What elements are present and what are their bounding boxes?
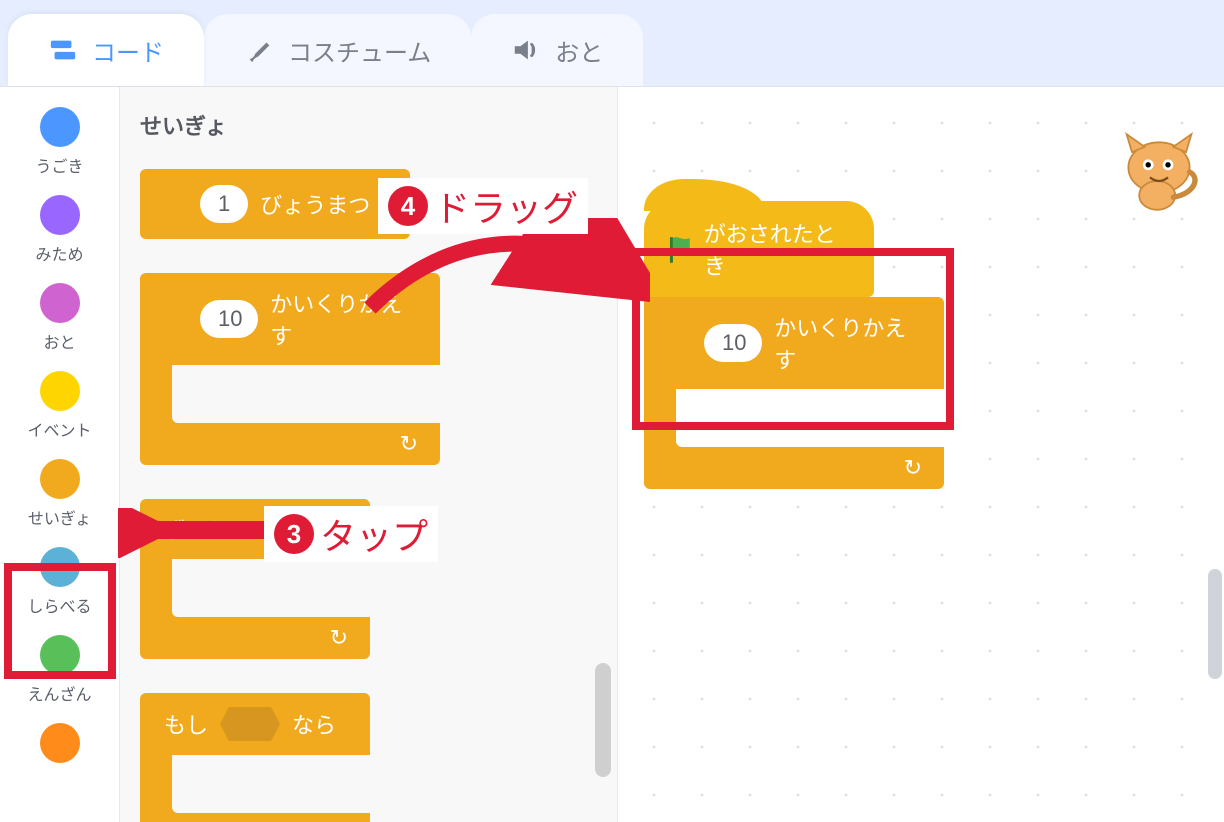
loop-arrow-icon: ↻ xyxy=(400,431,418,457)
annotation-step3-text: タップ xyxy=(320,508,428,560)
sound-icon xyxy=(511,35,541,65)
category-control[interactable]: せいぎょ xyxy=(0,449,119,537)
script-canvas[interactable]: がおされたとき 10 かいくりかえす ↻ xyxy=(618,87,1224,822)
category-events[interactable]: イベント xyxy=(0,361,119,449)
tab-code-label: コード xyxy=(92,33,164,68)
block-categories: うごき みため おと イベント せいぎょ しらべる えんざん xyxy=(0,87,120,822)
category-control-label: せいぎょ xyxy=(28,505,91,529)
category-motion[interactable]: うごき xyxy=(0,97,119,185)
category-motion-color xyxy=(40,107,80,147)
category-operators[interactable]: えんざん xyxy=(0,625,119,713)
tab-costumes[interactable]: コスチューム xyxy=(204,14,471,86)
category-sensing-label: しらべる xyxy=(27,593,91,617)
category-variables-color xyxy=(40,723,80,763)
annotation-step4-text: ドラッグ xyxy=(434,180,578,232)
block-wait-seconds[interactable]: 1 びょうまつ xyxy=(140,169,410,239)
tab-code[interactable]: コード xyxy=(8,14,204,86)
loop-arrow-icon: ↻ xyxy=(330,625,348,651)
block-if-then[interactable]: もし なら xyxy=(140,693,370,822)
category-events-label: イベント xyxy=(27,417,91,441)
boolean-slot[interactable] xyxy=(220,707,280,741)
annotation-step3: 3 タップ xyxy=(264,506,438,562)
category-operators-color xyxy=(40,635,80,675)
category-looks[interactable]: みため xyxy=(0,185,119,273)
wait-value[interactable]: 1 xyxy=(200,185,248,223)
block-when-flag-clicked[interactable]: がおされたとき xyxy=(644,201,874,297)
tab-sounds-label: おと xyxy=(555,33,603,68)
loop-arrow-icon: ↻ xyxy=(904,455,922,481)
category-control-color xyxy=(40,459,80,499)
editor-tabs: コード コスチューム おと xyxy=(0,0,1224,86)
if-label-pre: もし xyxy=(164,708,208,740)
tab-costumes-label: コスチューム xyxy=(288,33,431,68)
category-events-color xyxy=(40,371,80,411)
canvas-script[interactable]: がおされたとき 10 かいくりかえす ↻ xyxy=(644,201,944,489)
block-repeat-n[interactable]: 10 かいくりかえす ↻ xyxy=(140,273,440,465)
forever-label: ずっと xyxy=(164,513,230,545)
category-looks-color xyxy=(40,195,80,235)
category-sensing[interactable]: しらべる xyxy=(0,537,119,625)
repeat-value-canvas[interactable]: 10 xyxy=(704,324,762,362)
palette-title: せいぎょ xyxy=(140,109,617,141)
category-variables[interactable] xyxy=(0,713,119,763)
brush-icon xyxy=(244,35,274,65)
green-flag-icon xyxy=(668,234,692,264)
if-label-post: なら xyxy=(292,708,336,740)
annotation-step4-number: 4 xyxy=(388,186,428,226)
code-icon xyxy=(48,35,78,65)
sprite-watermark xyxy=(1114,127,1204,217)
tab-sounds[interactable]: おと xyxy=(471,14,643,86)
category-sensing-color xyxy=(40,547,80,587)
category-sound-label: おと xyxy=(43,329,75,353)
category-sound-color xyxy=(40,283,80,323)
category-sound[interactable]: おと xyxy=(0,273,119,361)
repeat-label: かいくりかえす xyxy=(270,287,410,351)
hat-label: がおされたとき xyxy=(704,217,844,281)
annotation-step3-number: 3 xyxy=(274,514,314,554)
repeat-label-canvas: かいくりかえす xyxy=(774,311,914,375)
category-motion-label: うごき xyxy=(35,153,83,177)
canvas-scrollbar[interactable] xyxy=(1208,569,1222,679)
palette-scrollbar[interactable] xyxy=(595,663,611,777)
block-repeat-n-canvas[interactable]: 10 かいくりかえす ↻ xyxy=(644,297,944,489)
repeat-value[interactable]: 10 xyxy=(200,300,258,338)
annotation-step4: 4 ドラッグ xyxy=(378,178,588,234)
workspace: うごき みため おと イベント せいぎょ しらべる えんざん xyxy=(0,86,1224,822)
wait-label: びょうまつ xyxy=(260,188,370,220)
category-looks-label: みため xyxy=(35,241,83,265)
category-operators-label: えんざん xyxy=(27,681,91,705)
